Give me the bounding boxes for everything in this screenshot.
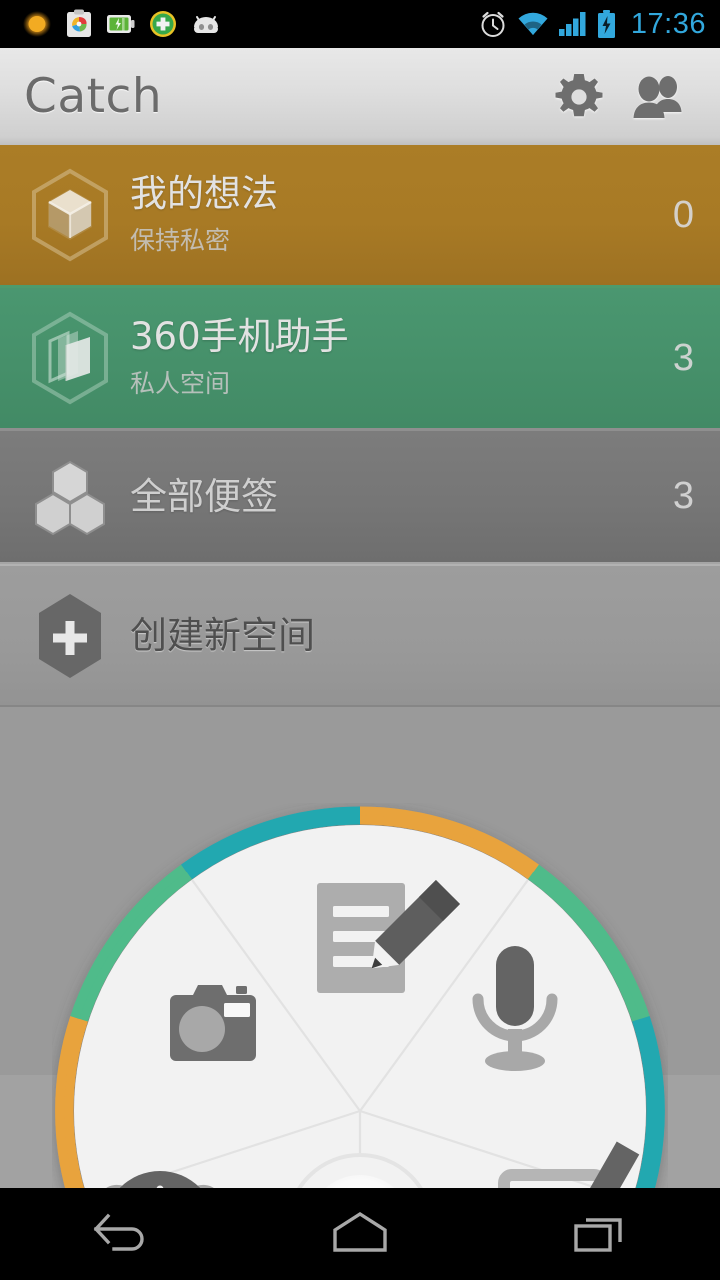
radial-menu-wheel[interactable]	[52, 803, 668, 1188]
create-space-label: 创建新空间	[130, 613, 315, 657]
space-list: 我的想法 保持私密 0 360手机助手 私人空间 3 全部便签 3 创建新空间	[0, 145, 720, 707]
battery-charging-icon	[597, 9, 615, 38]
sunrise-notification-icon	[23, 11, 51, 37]
space-count: 3	[672, 336, 694, 379]
people-button[interactable]	[618, 48, 696, 145]
home-icon	[333, 1211, 387, 1252]
space-count: 0	[672, 193, 694, 236]
clipboard-notification-icon	[67, 9, 91, 37]
hexagon-plus-icon	[26, 586, 114, 686]
recent-apps-icon	[574, 1218, 622, 1252]
battery-saver-notification-icon	[107, 15, 135, 33]
status-clock: 17:36	[630, 7, 706, 40]
space-title: 我的想法	[130, 171, 278, 215]
hexagon-pages-icon	[26, 308, 114, 408]
hexagon-cube-icon	[26, 165, 114, 265]
space-count: 3	[672, 475, 694, 517]
space-title: 360手机助手	[130, 314, 349, 358]
space-row-360-assistant[interactable]: 360手机助手 私人空间 3	[0, 288, 720, 431]
space-text-360-assistant: 360手机助手 私人空间	[130, 314, 660, 400]
nav-recents-button[interactable]	[500, 1188, 700, 1280]
create-space-text: 创建新空间	[130, 613, 694, 657]
space-text-my-thoughts: 我的想法 保持私密	[130, 171, 660, 257]
settings-button[interactable]	[540, 48, 618, 145]
space-title: 全部便签	[130, 474, 278, 518]
cellular-signal-icon	[558, 12, 586, 36]
camera-icon[interactable]	[170, 985, 256, 1061]
app-title: Catch	[24, 69, 163, 124]
update-notification-icon	[150, 11, 176, 37]
create-new-space-row[interactable]: 创建新空间	[0, 564, 720, 707]
three-hexagons-icon	[26, 447, 114, 547]
notification-icons	[22, 9, 478, 39]
nav-back-button[interactable]	[20, 1188, 220, 1280]
phone-screen: 17:36 Catch 我的想法 保持私密 0 360手机助手 私人空间 3 全…	[0, 0, 720, 1280]
android-notification-icon	[194, 16, 218, 33]
system-status-icons: 17:36	[478, 8, 706, 41]
space-subtitle: 保持私密	[130, 226, 231, 256]
space-text-all-notes: 全部便签	[130, 474, 660, 518]
status-bar: 17:36	[0, 0, 720, 48]
space-subtitle: 私人空间	[130, 369, 231, 399]
navigation-bar	[0, 1188, 720, 1280]
wifi-icon	[518, 12, 548, 36]
space-row-my-thoughts[interactable]: 我的想法 保持私密 0	[0, 145, 720, 288]
radial-menu-area	[0, 710, 720, 1188]
gear-icon	[555, 73, 603, 116]
space-row-all-notes[interactable]: 全部便签 3	[0, 431, 720, 564]
nav-home-button[interactable]	[260, 1188, 460, 1280]
action-bar: Catch	[0, 48, 720, 145]
alarm-set-icon	[481, 11, 505, 37]
people-icon	[633, 75, 682, 118]
back-arrow-icon	[93, 1213, 144, 1251]
